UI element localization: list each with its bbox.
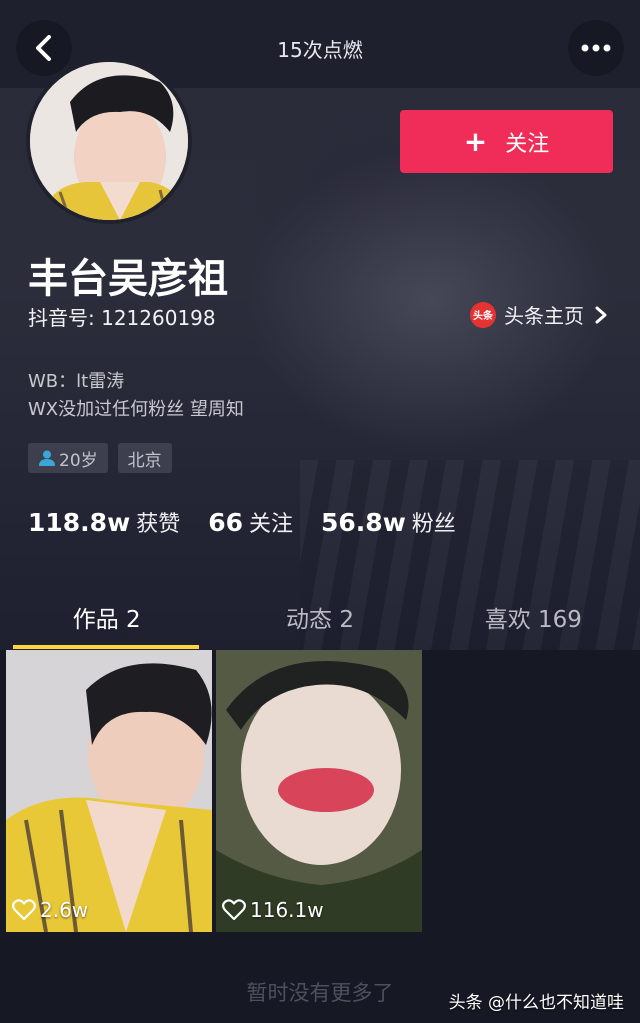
stat-label: 获赞 <box>136 512 181 537</box>
heart-icon <box>222 899 246 921</box>
toutiao-logo-icon: 头条 <box>470 301 496 328</box>
stat-following[interactable]: 66 关注 <box>208 506 293 538</box>
video-likes: 116.1w <box>222 898 324 922</box>
stat-label: 关注 <box>249 512 294 537</box>
bio-line: WX没加过任何粉丝 望周知 <box>28 399 244 420</box>
profile-tags: 20岁 北京 <box>28 443 172 473</box>
video-thumbnail[interactable]: 116.1w <box>216 650 422 932</box>
video-thumbnail-image <box>6 650 212 932</box>
bio: WB：lt雷涛 WX没加过任何粉丝 望周知 <box>28 368 244 424</box>
video-likes: 2.6w <box>12 898 88 922</box>
stats-row: 118.8w 获赞 66 关注 56.8w 粉丝 <box>28 506 456 538</box>
stat-value: 56.8w <box>321 508 406 537</box>
stat-followers[interactable]: 56.8w 粉丝 <box>321 506 456 538</box>
more-button[interactable] <box>568 20 624 76</box>
content-tabs: 作品 2 动态 2 喜欢 169 <box>0 580 640 650</box>
chevron-right-icon <box>595 306 607 323</box>
watermark: 头条 @什么也不知道哇 <box>448 993 624 1013</box>
city-label: 北京 <box>127 450 162 471</box>
tab-moments[interactable]: 动态 2 <box>213 580 426 650</box>
tab-likes[interactable]: 喜欢 169 <box>427 580 640 650</box>
follow-button[interactable]: + 关注 <box>400 110 613 173</box>
active-tab-indicator <box>13 645 199 649</box>
likes-count: 116.1w <box>250 898 324 922</box>
more-dots-icon <box>581 44 611 52</box>
city-tag: 北京 <box>117 443 172 473</box>
age-tag: 20岁 <box>28 443 108 473</box>
bio-line: WB：lt雷涛 <box>28 371 125 392</box>
stat-likes: 118.8w 获赞 <box>28 506 180 538</box>
douyin-id: 抖音号: 121260198 <box>28 306 216 330</box>
toutiao-homepage-link[interactable]: 头条 头条主页 <box>470 300 610 329</box>
video-thumbnail-image <box>216 650 422 932</box>
video-grid: 2.6w 116.1w <box>6 650 422 932</box>
avatar-photo <box>30 62 188 220</box>
stat-value: 118.8w <box>28 508 131 537</box>
video-thumbnail[interactable]: 2.6w <box>6 650 212 932</box>
stat-label: 粉丝 <box>411 512 456 537</box>
person-icon <box>39 450 55 466</box>
username: 丰台吴彦祖 <box>28 256 228 302</box>
age-label: 20岁 <box>59 450 98 471</box>
likes-count: 2.6w <box>40 898 89 922</box>
follow-label: 关注 <box>505 131 550 157</box>
heart-icon <box>12 899 36 921</box>
plus-icon: + <box>463 125 488 158</box>
toutiao-link-label: 头条主页 <box>504 304 584 328</box>
stat-value: 66 <box>208 508 243 537</box>
tab-works[interactable]: 作品 2 <box>0 580 213 650</box>
avatar[interactable] <box>26 58 192 224</box>
